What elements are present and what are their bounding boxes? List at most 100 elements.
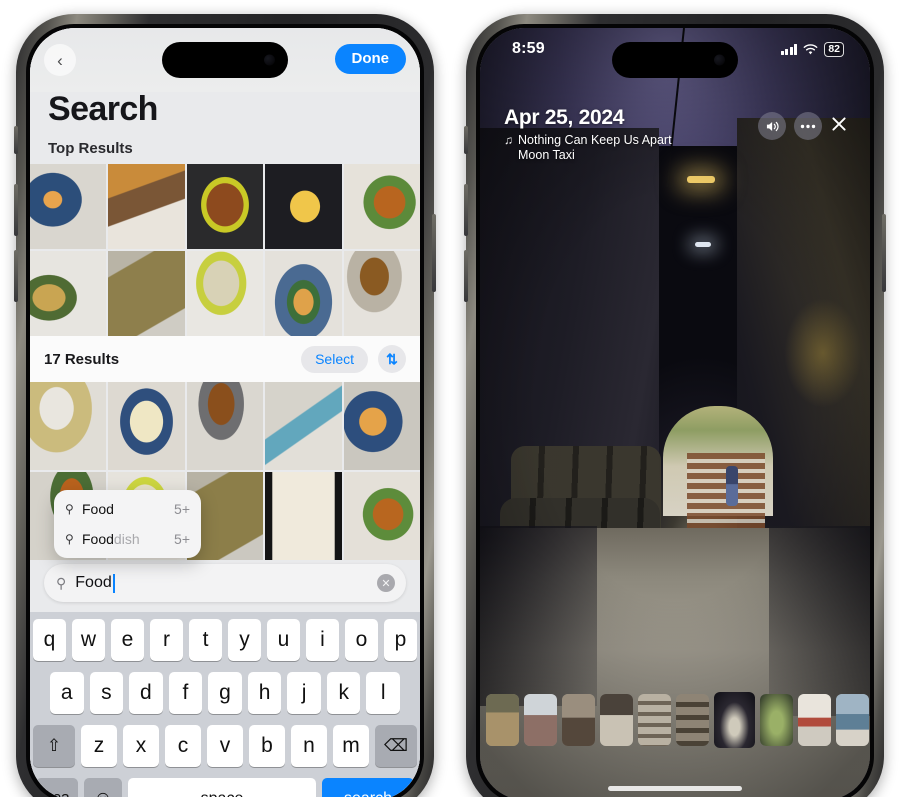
results-count-label: 17 Results — [44, 350, 120, 368]
sort-arrows-icon[interactable]: ⇅ — [378, 345, 406, 373]
photo-thumbnail[interactable] — [108, 251, 185, 336]
right-phone-bezel: 8:59 82 Apr 25, 2024 ♫ Nothing Can Keep … — [476, 24, 874, 797]
filmstrip-thumbnail-active[interactable] — [714, 692, 755, 748]
key-i[interactable]: i — [306, 619, 339, 661]
key-v[interactable]: v — [207, 725, 243, 767]
photo-thumbnail[interactable] — [186, 164, 264, 249]
keyboard-row-1: q w e r t y u i o p — [33, 619, 417, 661]
key-a[interactable]: a — [49, 672, 84, 714]
search-icon: ⚲ — [65, 532, 74, 546]
key-w[interactable]: w — [72, 619, 105, 661]
power-button[interactable] — [432, 214, 436, 292]
speaker-button[interactable] — [758, 112, 786, 140]
photo-thumbnail[interactable] — [30, 382, 107, 470]
memory-filmstrip[interactable] — [480, 692, 870, 748]
search-suggestions-popover: ⚲ Food 5+ ⚲ Fooddish 5+ — [54, 490, 201, 558]
volume-down-button[interactable] — [14, 250, 18, 302]
key-p[interactable]: p — [384, 619, 417, 661]
volume-up-button[interactable] — [464, 184, 468, 236]
photo-thumbnail[interactable] — [108, 164, 185, 249]
select-button[interactable]: Select — [301, 345, 368, 373]
search-input[interactable]: ⚲ Food ✕ — [44, 564, 406, 602]
on-screen-keyboard: q w e r t y u i o p a s d f g h j k l ⇧ … — [30, 612, 420, 797]
memory-song-text: Nothing Can Keep Us Apart Moon Taxi — [518, 133, 672, 163]
suggestion-label: Food — [82, 501, 114, 517]
key-f[interactable]: f — [168, 672, 203, 714]
key-c[interactable]: c — [165, 725, 201, 767]
key-l[interactable]: l — [366, 672, 401, 714]
photo-thumbnail[interactable] — [343, 472, 420, 560]
photo-thumbnail[interactable] — [343, 164, 420, 249]
close-icon — [832, 117, 846, 131]
key-x[interactable]: x — [123, 725, 159, 767]
key-n[interactable]: n — [291, 725, 327, 767]
space-key[interactable]: space — [128, 778, 316, 797]
cellular-bars-icon — [780, 44, 798, 55]
silent-switch[interactable] — [464, 126, 468, 154]
done-button[interactable]: Done — [334, 44, 406, 74]
key-t[interactable]: t — [189, 619, 222, 661]
photo-thumbnail[interactable] — [265, 382, 342, 470]
volume-down-button[interactable] — [464, 250, 468, 302]
filmstrip-thumbnail[interactable] — [760, 694, 793, 746]
shift-key[interactable]: ⇧ — [33, 725, 75, 767]
key-q[interactable]: q — [33, 619, 66, 661]
key-o[interactable]: o — [345, 619, 378, 661]
volume-up-button[interactable] — [14, 184, 18, 236]
key-g[interactable]: g — [208, 672, 242, 714]
suggestion-item[interactable]: ⚲ Fooddish 5+ — [54, 524, 201, 554]
wifi-icon — [803, 43, 818, 54]
photo-thumbnail[interactable] — [30, 164, 107, 249]
photo-thumbnail[interactable] — [108, 382, 185, 470]
photo-thumbnail[interactable] — [186, 382, 264, 470]
keyboard-row-2: a s d f g h j k l — [33, 672, 417, 714]
key-h[interactable]: h — [247, 672, 282, 714]
filmstrip-thumbnail[interactable] — [798, 694, 831, 746]
photo-thumbnail[interactable] — [265, 164, 342, 249]
key-k[interactable]: k — [326, 672, 361, 714]
search-return-key[interactable]: search — [322, 778, 414, 797]
photo-thumbnail[interactable] — [343, 382, 420, 470]
power-button[interactable] — [882, 214, 886, 292]
filmstrip-thumbnail[interactable] — [676, 694, 709, 746]
more-options-button[interactable] — [794, 112, 822, 140]
filmstrip-thumbnail[interactable] — [600, 694, 633, 746]
photo-thumbnail[interactable] — [265, 251, 342, 336]
silent-switch[interactable] — [14, 126, 18, 154]
key-r[interactable]: r — [150, 619, 183, 661]
photo-thumbnail[interactable] — [186, 251, 264, 336]
status-time: 8:59 — [512, 40, 545, 57]
key-m[interactable]: m — [333, 725, 369, 767]
suggestion-item[interactable]: ⚲ Food 5+ — [54, 494, 201, 524]
numbers-key[interactable]: 123 — [36, 778, 78, 797]
key-z[interactable]: z — [81, 725, 117, 767]
key-y[interactable]: y — [228, 619, 261, 661]
top-results-grid — [30, 164, 420, 336]
close-button[interactable] — [830, 115, 848, 137]
suggestion-count: 5+ — [174, 531, 190, 547]
key-u[interactable]: u — [267, 619, 300, 661]
photo-thumbnail[interactable] — [30, 251, 107, 336]
suggestion-label: Fooddish — [82, 531, 140, 547]
filmstrip-thumbnail[interactable] — [524, 694, 557, 746]
key-d[interactable]: d — [129, 672, 163, 714]
emoji-key[interactable]: ☺ — [84, 778, 122, 797]
key-b[interactable]: b — [249, 725, 285, 767]
suggestion-count: 5+ — [174, 501, 190, 517]
battery-icon: 82 — [824, 42, 844, 57]
page-title: Search — [48, 90, 158, 128]
key-s[interactable]: s — [89, 672, 124, 714]
filmstrip-thumbnail[interactable] — [562, 694, 595, 746]
filmstrip-thumbnail[interactable] — [836, 694, 869, 746]
back-button[interactable]: ‹ — [44, 44, 76, 76]
photo-thumbnail[interactable] — [343, 251, 420, 336]
home-indicator[interactable] — [608, 786, 742, 791]
key-j[interactable]: j — [287, 672, 321, 714]
backspace-key[interactable]: ⌫ — [375, 725, 417, 767]
key-e[interactable]: e — [111, 619, 144, 661]
filmstrip-thumbnail[interactable] — [638, 694, 671, 746]
clear-search-icon[interactable]: ✕ — [377, 574, 395, 592]
iphone-left-device: ‹ Done Search Top Results 17 Results Sel… — [14, 14, 436, 797]
filmstrip-thumbnail[interactable] — [486, 694, 519, 746]
photo-thumbnail[interactable] — [265, 472, 342, 560]
